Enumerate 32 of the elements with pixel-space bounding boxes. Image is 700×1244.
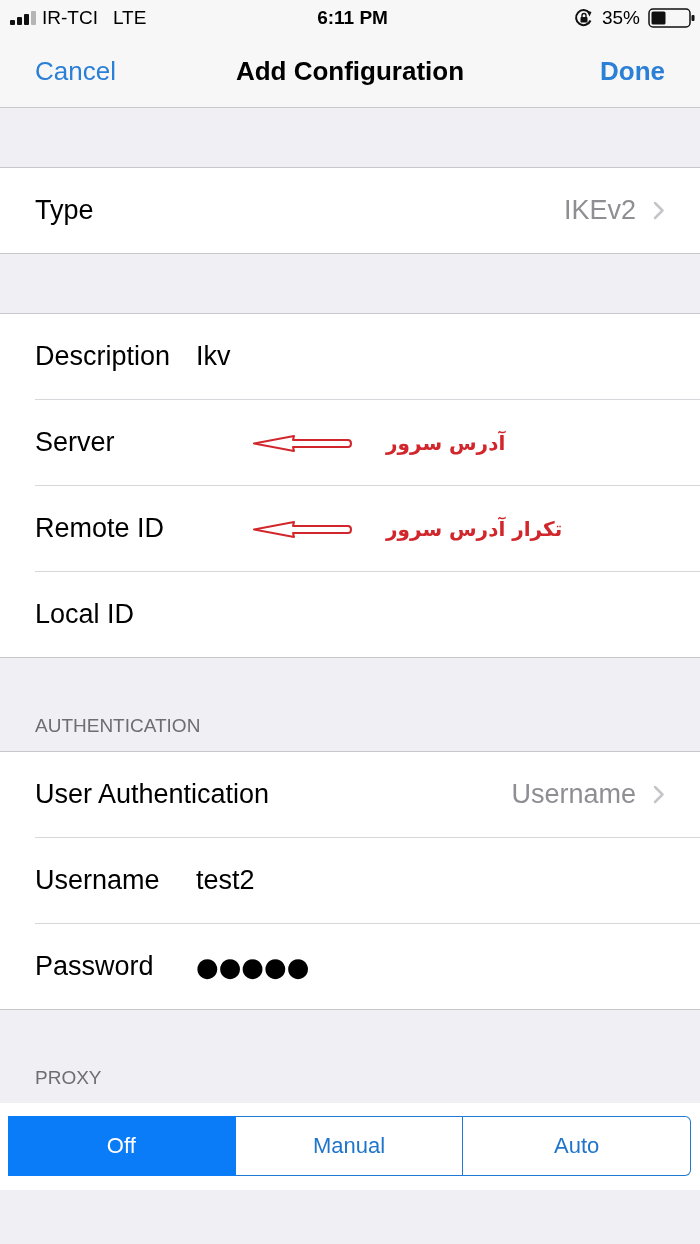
row-label: Password	[35, 951, 155, 982]
battery-percent: 35%	[602, 7, 640, 29]
chevron-icon[interactable]	[653, 201, 665, 220]
proxy-segment[interactable]: Auto	[463, 1116, 691, 1176]
screen-title: Add Configuration	[235, 56, 465, 87]
clock-time: 6:11 PM	[317, 7, 388, 29]
row-label: Local ID	[35, 599, 136, 630]
annotation-text: تکرار آدرس سرور	[386, 517, 563, 541]
text-field[interactable]: test2	[196, 860, 665, 901]
row-label: User Authentication	[35, 779, 270, 810]
selected-value[interactable]: IKEv2	[563, 195, 636, 226]
row-label: Remote ID	[35, 513, 166, 544]
text-field[interactable]: Ikv	[196, 336, 665, 377]
row-label: Server	[35, 427, 116, 458]
network-type: LTE	[112, 7, 147, 29]
chevron-icon[interactable]	[653, 785, 665, 804]
section-header: AUTHENTICATION	[35, 715, 201, 737]
section-header: PROXY	[35, 1067, 102, 1089]
password-field[interactable]: ●●●●●	[196, 946, 665, 987]
selected-value[interactable]: Username	[511, 779, 636, 810]
proxy-segment[interactable]: Off	[8, 1116, 236, 1176]
annotation-text: آدرس سرور	[386, 431, 506, 455]
cancel-button[interactable]: Cancel	[35, 56, 116, 87]
proxy-segment[interactable]: Manual	[235, 1116, 464, 1176]
row-label: Type	[35, 195, 94, 226]
row-label: Username	[35, 865, 161, 896]
battery-icon	[648, 8, 695, 28]
carrier-name: IR-TCI	[42, 7, 98, 29]
row-label: Description	[35, 341, 172, 372]
rotation-lock-icon	[574, 8, 594, 28]
done-button[interactable]: Done	[600, 56, 665, 87]
signal-strength-icon	[10, 11, 38, 25]
